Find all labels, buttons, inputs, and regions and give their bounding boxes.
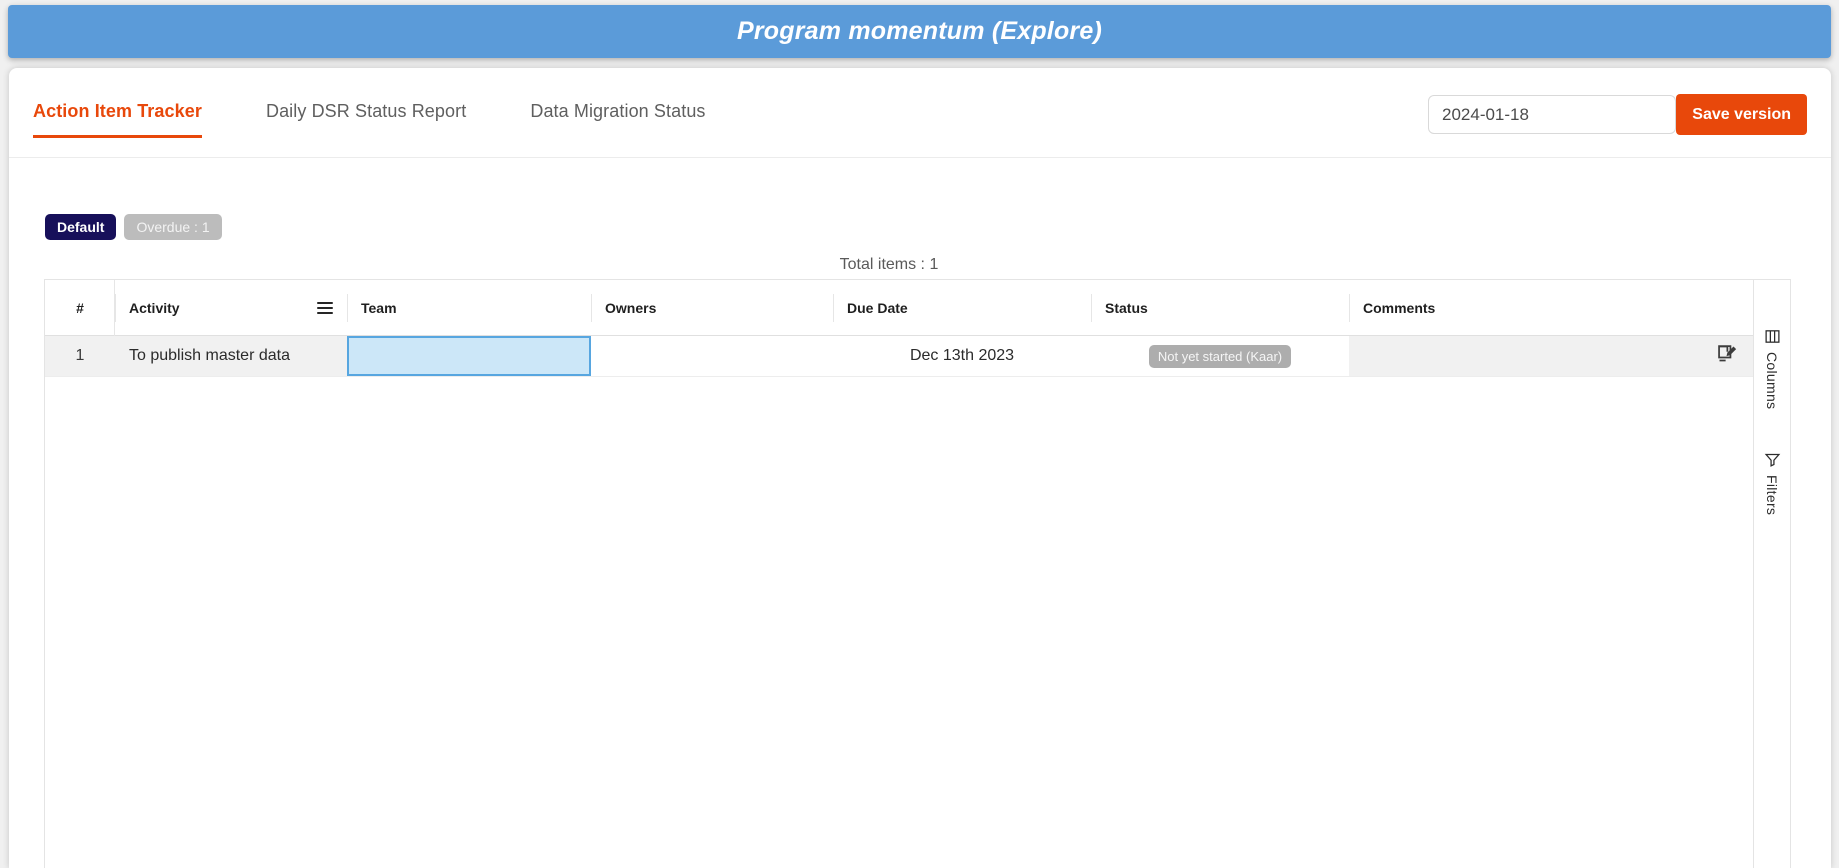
column-header-owners[interactable]: Owners xyxy=(591,280,833,335)
page-title: Program momentum (Explore) xyxy=(737,17,1102,45)
status-badge: Not yet started (Kaar) xyxy=(1148,344,1292,368)
column-header-comments[interactable]: Comments xyxy=(1349,280,1753,335)
date-picker[interactable] xyxy=(1428,95,1676,134)
columns-icon xyxy=(1764,330,1780,343)
save-version-button[interactable]: Save version xyxy=(1676,94,1807,135)
tab-bar: Action Item Tracker Daily DSR Status Rep… xyxy=(33,101,770,138)
edit-icon[interactable] xyxy=(1716,343,1737,369)
side-rail-item-filters[interactable]: Filters xyxy=(1764,451,1781,516)
column-header-team[interactable]: Team xyxy=(347,280,591,335)
tab-daily-dsr-status-report[interactable]: Daily DSR Status Report xyxy=(266,101,466,138)
column-menu-icon[interactable] xyxy=(317,301,333,314)
side-rail-label-columns: Columns xyxy=(1764,352,1780,410)
cell-team[interactable] xyxy=(347,336,591,376)
grid-side-rail: Columns Filters xyxy=(1754,279,1791,868)
column-header-activity-label: Activity xyxy=(129,299,180,316)
column-header-due-date[interactable]: Due Date xyxy=(833,280,1091,335)
column-header-activity[interactable]: Activity xyxy=(115,280,347,335)
filter-chip-group: Default Overdue : 1 xyxy=(45,214,222,240)
data-grid: # Activity Team Owners Due Date Status C… xyxy=(44,279,1754,868)
cell-due-date[interactable]: Dec 13th 2023 xyxy=(833,336,1091,376)
cell-status[interactable]: Not yet started (Kaar) xyxy=(1091,336,1349,376)
chip-default[interactable]: Default xyxy=(45,214,117,240)
side-rail-item-columns[interactable]: Columns xyxy=(1764,328,1781,409)
window-title-bar: Program momentum (Explore) xyxy=(8,5,1831,58)
column-header-status[interactable]: Status xyxy=(1091,280,1349,335)
side-rail-label-filters: Filters xyxy=(1764,475,1780,516)
cell-index[interactable]: 1 xyxy=(45,336,115,376)
total-items-label: Total items : 1 xyxy=(839,256,939,273)
date-input[interactable] xyxy=(1440,103,1665,126)
grid-header-row: # Activity Team Owners Due Date Status C… xyxy=(45,280,1753,336)
tab-action-item-tracker[interactable]: Action Item Tracker xyxy=(33,101,202,138)
main-card: Action Item Tracker Daily DSR Status Rep… xyxy=(9,68,1831,868)
filter-icon xyxy=(1764,454,1780,468)
column-header-index[interactable]: # xyxy=(45,280,115,336)
cell-activity[interactable]: To publish master data xyxy=(115,336,347,376)
toolbar: Action Item Tracker Daily DSR Status Rep… xyxy=(9,68,1831,158)
grid-empty-area xyxy=(45,377,1753,868)
chip-overdue[interactable]: Overdue : 1 xyxy=(124,214,222,240)
tab-data-migration-status[interactable]: Data Migration Status xyxy=(530,101,705,138)
table-row[interactable]: 1 To publish master data Dec 13th 2023 N… xyxy=(45,336,1753,377)
cell-comments[interactable] xyxy=(1349,336,1753,376)
cell-owners[interactable] xyxy=(591,336,833,376)
data-grid-container: # Activity Team Owners Due Date Status C… xyxy=(44,279,1791,868)
